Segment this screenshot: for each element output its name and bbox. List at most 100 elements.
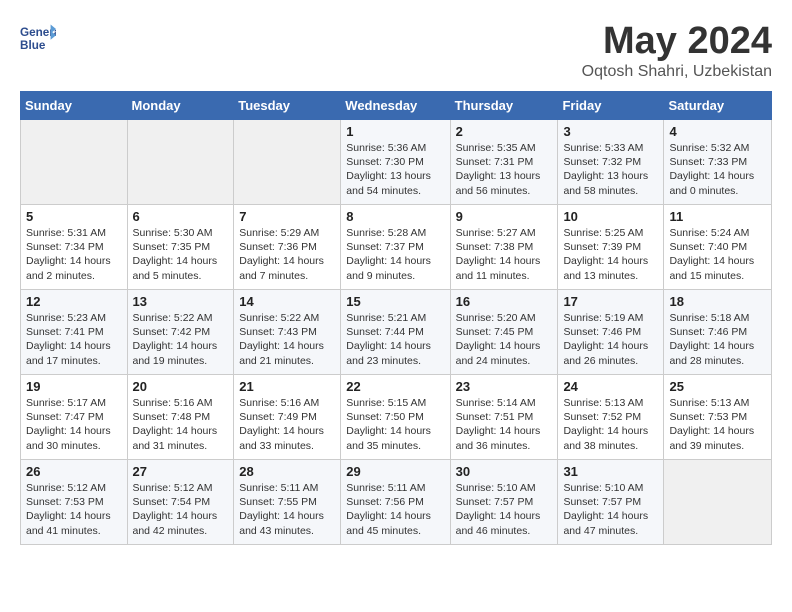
calendar-cell: 29 Sunrise: 5:11 AM Sunset: 7:56 PM Dayli… (341, 460, 450, 545)
weekday-thursday: Thursday (450, 92, 558, 120)
calendar-cell: 31 Sunrise: 5:10 AM Sunset: 7:57 PM Dayli… (558, 460, 664, 545)
calendar-cell: 9 Sunrise: 5:27 AM Sunset: 7:38 PM Daylig… (450, 205, 558, 290)
day-info: Sunrise: 5:14 AM Sunset: 7:51 PM Dayligh… (456, 396, 553, 453)
day-info: Sunrise: 5:29 AM Sunset: 7:36 PM Dayligh… (239, 226, 335, 283)
calendar-cell: 11Sunrise: 5:24 AM Sunset: 7:40 PM Dayli… (664, 205, 772, 290)
calendar-cell (664, 460, 772, 545)
calendar-cell: 6 Sunrise: 5:30 AM Sunset: 7:35 PM Daylig… (127, 205, 234, 290)
day-number: 3 (563, 124, 658, 139)
calendar-body: 1Sunrise: 5:36 AM Sunset: 7:30 PM Daylig… (21, 120, 772, 545)
day-info: Sunrise: 5:31 AM Sunset: 7:34 PM Dayligh… (26, 226, 122, 283)
day-number: 9 (456, 209, 553, 224)
day-info: Sunrise: 5:10 AM Sunset: 7:57 PM Dayligh… (456, 481, 553, 538)
calendar-cell (127, 120, 234, 205)
day-number: 29 (346, 464, 444, 479)
day-info: Sunrise: 5:22 AM Sunset: 7:42 PM Dayligh… (133, 311, 229, 368)
day-info: Sunrise: 5:13 AM Sunset: 7:52 PM Dayligh… (563, 396, 658, 453)
day-number: 16 (456, 294, 553, 309)
calendar-cell: 18Sunrise: 5:18 AM Sunset: 7:46 PM Dayli… (664, 290, 772, 375)
calendar-header: SundayMondayTuesdayWednesdayThursdayFrid… (21, 92, 772, 120)
day-number: 25 (669, 379, 766, 394)
day-info: Sunrise: 5:20 AM Sunset: 7:45 PM Dayligh… (456, 311, 553, 368)
week-row-5: 26 Sunrise: 5:12 AM Sunset: 7:53 PM Dayli… (21, 460, 772, 545)
day-info: Sunrise: 5:16 AM Sunset: 7:48 PM Dayligh… (133, 396, 229, 453)
weekday-friday: Friday (558, 92, 664, 120)
calendar-cell: 1Sunrise: 5:36 AM Sunset: 7:30 PM Daylig… (341, 120, 450, 205)
day-number: 31 (563, 464, 658, 479)
day-number: 12 (26, 294, 122, 309)
calendar-cell: 13 Sunrise: 5:22 AM Sunset: 7:42 PM Dayli… (127, 290, 234, 375)
calendar-cell: 4 Sunrise: 5:32 AM Sunset: 7:33 PM Daylig… (664, 120, 772, 205)
day-info: Sunrise: 5:10 AM Sunset: 7:57 PM Dayligh… (563, 481, 658, 538)
week-row-2: 5Sunrise: 5:31 AM Sunset: 7:34 PM Daylig… (21, 205, 772, 290)
calendar-cell: 26 Sunrise: 5:12 AM Sunset: 7:53 PM Dayli… (21, 460, 128, 545)
calendar-cell (234, 120, 341, 205)
day-info: Sunrise: 5:24 AM Sunset: 7:40 PM Dayligh… (669, 226, 766, 283)
calendar-cell: 12 Sunrise: 5:23 AM Sunset: 7:41 PM Dayli… (21, 290, 128, 375)
calendar-cell: 3 Sunrise: 5:33 AM Sunset: 7:32 PM Daylig… (558, 120, 664, 205)
day-number: 1 (346, 124, 444, 139)
day-info: Sunrise: 5:16 AM Sunset: 7:49 PM Dayligh… (239, 396, 335, 453)
week-row-1: 1Sunrise: 5:36 AM Sunset: 7:30 PM Daylig… (21, 120, 772, 205)
location: Oqtosh Shahri, Uzbekistan (582, 63, 772, 81)
day-info: Sunrise: 5:21 AM Sunset: 7:44 PM Dayligh… (346, 311, 444, 368)
svg-text:Blue: Blue (20, 39, 46, 52)
weekday-wednesday: Wednesday (341, 92, 450, 120)
weekday-saturday: Saturday (664, 92, 772, 120)
day-number: 20 (133, 379, 229, 394)
calendar-cell: 22 Sunrise: 5:15 AM Sunset: 7:50 PM Dayli… (341, 375, 450, 460)
day-info: Sunrise: 5:17 AM Sunset: 7:47 PM Dayligh… (26, 396, 122, 453)
day-number: 4 (669, 124, 766, 139)
day-number: 19 (26, 379, 122, 394)
day-info: Sunrise: 5:15 AM Sunset: 7:50 PM Dayligh… (346, 396, 444, 453)
logo-icon: General Blue (20, 20, 56, 56)
calendar-cell: 15 Sunrise: 5:21 AM Sunset: 7:44 PM Dayli… (341, 290, 450, 375)
week-row-3: 12 Sunrise: 5:23 AM Sunset: 7:41 PM Dayli… (21, 290, 772, 375)
day-info: Sunrise: 5:33 AM Sunset: 7:32 PM Dayligh… (563, 141, 658, 198)
day-number: 8 (346, 209, 444, 224)
title-block: May 2024 Oqtosh Shahri, Uzbekistan (582, 20, 772, 81)
day-info: Sunrise: 5:11 AM Sunset: 7:55 PM Dayligh… (239, 481, 335, 538)
day-info: Sunrise: 5:27 AM Sunset: 7:38 PM Dayligh… (456, 226, 553, 283)
day-number: 22 (346, 379, 444, 394)
day-number: 21 (239, 379, 335, 394)
weekday-header-row: SundayMondayTuesdayWednesdayThursdayFrid… (21, 92, 772, 120)
day-info: Sunrise: 5:11 AM Sunset: 7:56 PM Dayligh… (346, 481, 444, 538)
day-info: Sunrise: 5:13 AM Sunset: 7:53 PM Dayligh… (669, 396, 766, 453)
day-info: Sunrise: 5:12 AM Sunset: 7:53 PM Dayligh… (26, 481, 122, 538)
calendar-cell: 24 Sunrise: 5:13 AM Sunset: 7:52 PM Dayli… (558, 375, 664, 460)
calendar-cell: 2Sunrise: 5:35 AM Sunset: 7:31 PM Daylig… (450, 120, 558, 205)
calendar-cell: 7Sunrise: 5:29 AM Sunset: 7:36 PM Daylig… (234, 205, 341, 290)
day-number: 10 (563, 209, 658, 224)
day-number: 13 (133, 294, 229, 309)
month-title: May 2024 (582, 20, 772, 63)
logo: General Blue (20, 20, 58, 56)
calendar-cell: 10 Sunrise: 5:25 AM Sunset: 7:39 PM Dayli… (558, 205, 664, 290)
day-info: Sunrise: 5:23 AM Sunset: 7:41 PM Dayligh… (26, 311, 122, 368)
weekday-sunday: Sunday (21, 92, 128, 120)
week-row-4: 19 Sunrise: 5:17 AM Sunset: 7:47 PM Dayli… (21, 375, 772, 460)
day-number: 15 (346, 294, 444, 309)
calendar-cell: 25 Sunrise: 5:13 AM Sunset: 7:53 PM Dayli… (664, 375, 772, 460)
calendar-cell: 17Sunrise: 5:19 AM Sunset: 7:46 PM Dayli… (558, 290, 664, 375)
day-info: Sunrise: 5:28 AM Sunset: 7:37 PM Dayligh… (346, 226, 444, 283)
day-number: 14 (239, 294, 335, 309)
day-number: 6 (133, 209, 229, 224)
calendar-cell: 21 Sunrise: 5:16 AM Sunset: 7:49 PM Dayli… (234, 375, 341, 460)
weekday-monday: Monday (127, 92, 234, 120)
day-number: 27 (133, 464, 229, 479)
day-info: Sunrise: 5:12 AM Sunset: 7:54 PM Dayligh… (133, 481, 229, 538)
calendar-cell: 5Sunrise: 5:31 AM Sunset: 7:34 PM Daylig… (21, 205, 128, 290)
weekday-tuesday: Tuesday (234, 92, 341, 120)
day-info: Sunrise: 5:32 AM Sunset: 7:33 PM Dayligh… (669, 141, 766, 198)
day-number: 2 (456, 124, 553, 139)
day-number: 23 (456, 379, 553, 394)
page-header: General Blue May 2024 Oqtosh Shahri, Uzb… (20, 20, 772, 81)
day-info: Sunrise: 5:25 AM Sunset: 7:39 PM Dayligh… (563, 226, 658, 283)
day-number: 18 (669, 294, 766, 309)
day-info: Sunrise: 5:30 AM Sunset: 7:35 PM Dayligh… (133, 226, 229, 283)
calendar-cell: 28Sunrise: 5:11 AM Sunset: 7:55 PM Dayli… (234, 460, 341, 545)
day-number: 17 (563, 294, 658, 309)
day-number: 24 (563, 379, 658, 394)
day-number: 26 (26, 464, 122, 479)
